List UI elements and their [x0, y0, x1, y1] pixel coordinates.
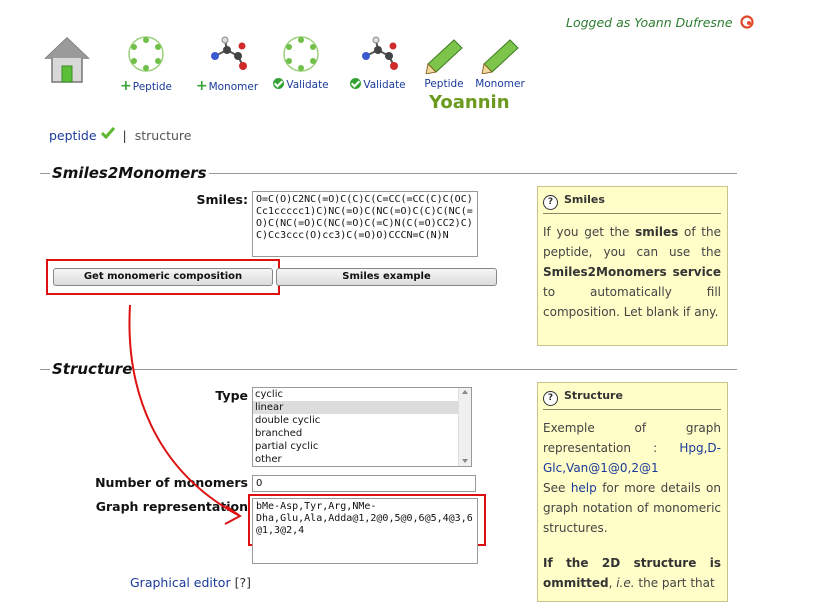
smiles-label: Smiles: — [196, 192, 248, 207]
number-of-monomers-input[interactable] — [252, 475, 476, 492]
type-option[interactable]: other — [253, 453, 471, 466]
validate-monomer-button[interactable]: Validate — [348, 36, 408, 91]
type-option[interactable]: cyclic — [253, 388, 471, 401]
scroll-arrows-icon — [462, 390, 468, 463]
listbox-scrollbar[interactable] — [458, 388, 471, 466]
smiles-textarea[interactable]: O=C(O)C2NC(=O)C(C)C(C=CC(=CC(C)C(OC)Cc1c… — [252, 191, 478, 257]
check-icon — [350, 78, 362, 89]
type-option[interactable]: double cyclic — [253, 414, 471, 427]
home-button[interactable] — [44, 36, 90, 84]
type-label: Type — [215, 388, 248, 403]
graph-representation-label: Graph representation — [95, 499, 248, 514]
get-monomeric-composition-button[interactable]: Get monomeric composition — [53, 268, 273, 286]
validate-peptide-button[interactable]: Validate — [272, 34, 330, 91]
section-divider — [40, 369, 737, 370]
type-option-selected[interactable]: linear — [253, 401, 471, 414]
type-option[interactable]: partial cyclic — [253, 440, 471, 453]
nav-label: Validate — [363, 79, 406, 91]
peptide-ring-icon — [283, 36, 319, 72]
breadcrumb: peptide | structure — [49, 127, 192, 143]
logged-as-text: Logged as Yoann Dufresne — [566, 15, 754, 30]
help-question-icon: ? — [543, 391, 558, 406]
username: Yoannin — [429, 92, 510, 113]
breadcrumb-peptide-link[interactable]: peptide — [49, 128, 97, 143]
pencil-icon — [481, 39, 519, 75]
check-icon — [273, 78, 285, 89]
smiles-example-button[interactable]: Smiles example — [276, 268, 497, 286]
plus-icon: + — [195, 78, 208, 94]
pencil-icon — [425, 39, 463, 75]
section-title-smiles2monomers: Smiles2Monomers — [50, 164, 209, 182]
molecule-icon — [211, 36, 247, 70]
add-peptide-button[interactable]: +Peptide — [118, 34, 174, 94]
number-of-monomers-label: Number of monomers — [95, 475, 248, 490]
checkmark-icon — [100, 127, 115, 140]
logout-icon[interactable] — [739, 15, 754, 29]
nav-label: Monomer — [208, 81, 259, 93]
plus-icon: + — [120, 78, 132, 94]
structure-help-note: If the 2D structure is ommitted, i.e. th… — [543, 556, 721, 590]
edit-peptide-button[interactable]: Peptide — [420, 38, 468, 90]
structure-help-box: ? Structure Exemple of graph representati… — [537, 382, 728, 602]
smiles-help-box: ? Smiles If you get the smiles of the pep… — [537, 186, 728, 346]
nav-label: Validate — [286, 79, 329, 91]
graphical-editor-link[interactable]: Graphical editor — [130, 575, 231, 590]
molecule-icon — [362, 36, 398, 70]
type-listbox[interactable]: cyclic linear double cyclic branched par… — [252, 387, 472, 467]
help-link[interactable]: help — [571, 481, 597, 495]
help-question-icon: ? — [543, 195, 558, 210]
add-monomer-button[interactable]: +Monomer — [195, 36, 259, 94]
nav-label: Peptide — [424, 78, 464, 90]
nav-label: Monomer — [475, 78, 525, 90]
type-option[interactable]: branched — [253, 427, 471, 440]
edit-monomer-button[interactable]: Monomer — [474, 38, 526, 90]
section-title-structure: Structure — [50, 360, 135, 378]
peptide-ring-icon — [128, 36, 164, 72]
graph-representation-textarea[interactable]: bMe-Asp,Tyr,Arg,NMe-Dha,Glu,Ala,Adda@1,2… — [252, 498, 478, 564]
graphical-editor-help[interactable]: [?] — [235, 575, 251, 590]
smiles-help-text: If you get the smiles of the peptide, yo… — [543, 225, 721, 319]
home-icon — [44, 36, 90, 83]
nav-label: Peptide — [132, 81, 172, 93]
structure-help-text: Exemple of graph representation : Hpg,D-… — [543, 421, 721, 535]
graphical-editor-row: Graphical editor [?] — [130, 575, 251, 590]
breadcrumb-current: structure — [134, 128, 192, 143]
